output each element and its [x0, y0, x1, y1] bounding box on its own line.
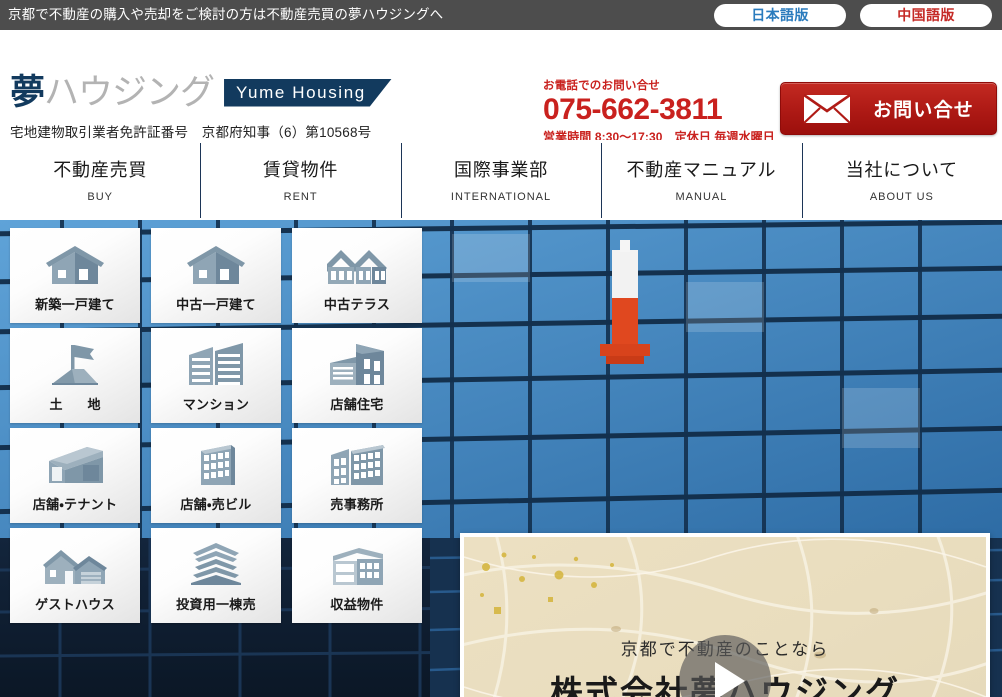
property-category-grid: 新築一戸建て 中古一戸建て 中古テラス 土 地 マンション 店舗住宅 店舗・テナ…	[10, 228, 432, 623]
main-navigation: 不動産売買 BUY 賃貸物件 RENT 国際事業部 INTERNATIONAL …	[0, 140, 1002, 220]
tile-label: 中古テラス	[323, 296, 391, 312]
tile-guest-house[interactable]: ゲストハウス	[10, 528, 140, 623]
site-logo[interactable]: 夢 ハウジング Yume Housing	[10, 75, 392, 110]
land-flag-icon	[46, 339, 104, 387]
nav-item-manual[interactable]: 不動産マニュアル MANUAL	[601, 141, 801, 220]
tile-label: 新築一戸建て	[35, 296, 115, 312]
logo-row: 夢 ハウジング Yume Housing	[10, 75, 392, 110]
tile-label: 店舗住宅	[330, 396, 384, 412]
tile-land[interactable]: 土 地	[10, 328, 140, 423]
tile-new-detached-house[interactable]: 新築一戸建て	[10, 228, 140, 323]
nav-item-international[interactable]: 国際事業部 INTERNATIONAL	[400, 141, 601, 220]
nav-item-buy-label-jp: 不動産売買	[53, 159, 148, 180]
envelope-icon	[803, 93, 851, 124]
tile-label: 収益物件	[330, 596, 384, 612]
tile-shop-building-for-sale[interactable]: 店舗・売ビル	[151, 428, 281, 523]
language-button-chinese[interactable]: 中国語版	[860, 3, 992, 27]
nav-item-international-label-jp: 国際事業部	[454, 159, 549, 180]
nav-item-about-us-label-en: ABOUT US	[869, 191, 934, 204]
top-utility-bar: 京都で不動産の購入や売却をご検討の方は不動産売買の夢ハウジングへ 日本語版 中国…	[0, 0, 1002, 30]
language-button-japanese[interactable]: 日本語版	[714, 3, 846, 27]
tile-label: 店舗・テナント	[32, 496, 118, 512]
tile-label: マンション	[182, 396, 250, 412]
phone-contact-block: お電話でのお問い合せ 075-662-3811 営業時間 8:30〜17:30 …	[543, 77, 775, 145]
phone-number: 075-662-3811	[543, 93, 723, 126]
tile-label: 売事務所	[330, 496, 384, 512]
nav-item-rent[interactable]: 賃貸物件 RENT	[200, 141, 400, 220]
logo-banner-english: Yume Housing	[224, 79, 392, 107]
nav-item-rent-label-en: RENT	[283, 191, 318, 204]
tile-used-detached-house[interactable]: 中古一戸建て	[151, 228, 281, 323]
nav-item-rent-label-jp: 賃貸物件	[263, 159, 339, 180]
house-icon	[185, 239, 247, 287]
guest-house-icon	[41, 539, 109, 587]
tile-shop-house[interactable]: 店舗住宅	[292, 328, 422, 423]
promo-video-player[interactable]: 京都で不動産のことなら 株式会社夢ハウジング	[464, 537, 986, 697]
investment-building-icon	[185, 539, 247, 587]
hero-section: 新築一戸建て 中古一戸建て 中古テラス 土 地 マンション 店舗住宅 店舗・テナ…	[0, 220, 1002, 697]
storefront-icon	[43, 439, 107, 487]
nav-item-about-us-label-jp: 当社について	[845, 159, 958, 180]
page-root: 京都で不動産の購入や売却をご検討の方は不動産売買の夢ハウジングへ 日本語版 中国…	[0, 0, 1002, 697]
shop-house-icon	[326, 339, 388, 387]
apartment-building-icon	[185, 339, 247, 387]
tile-apartment[interactable]: マンション	[151, 328, 281, 423]
tile-label: ゲストハウス	[35, 596, 115, 612]
nav-item-manual-label-en: MANUAL	[675, 191, 728, 204]
nav-item-about-us[interactable]: 当社について ABOUT US	[801, 141, 1002, 220]
office-tower-icon	[191, 439, 241, 487]
contact-inquiry-label: お問い合せ	[872, 100, 974, 121]
nav-item-international-label-en: INTERNATIONAL	[450, 191, 552, 204]
play-triangle-icon	[714, 661, 745, 697]
terrace-houses-icon	[324, 239, 390, 287]
contact-inquiry-button[interactable]: お問い合せ	[780, 82, 997, 135]
tile-used-terrace[interactable]: 中古テラス	[292, 228, 422, 323]
tile-income-property[interactable]: 収益物件	[292, 528, 422, 623]
nav-item-buy-label-en: BUY	[87, 191, 114, 204]
tile-investment-whole-building[interactable]: 投資用一棟売	[151, 528, 281, 623]
phone-contact-label: お電話でのお問い合せ	[543, 80, 660, 92]
logo-text-housing: ハウジング	[44, 73, 215, 112]
nav-item-manual-label-jp: 不動産マニュアル	[626, 159, 777, 180]
promo-video-frame: 京都で不動産のことなら 株式会社夢ハウジング	[460, 533, 990, 697]
house-icon	[44, 239, 106, 287]
license-number: 宅地建物取引業者免許証番号 京都府知事（6）第10568号	[10, 125, 372, 140]
language-switcher: 日本語版 中国語版	[714, 3, 992, 27]
site-header: 夢 ハウジング Yume Housing 宅地建物取引業者免許証番号 京都府知事…	[0, 30, 1002, 144]
logo-text-yume: 夢	[10, 73, 45, 112]
tile-label: 土 地	[49, 396, 107, 412]
tile-label: 中古一戸建て	[176, 296, 256, 312]
tile-office-for-sale[interactable]: 売事務所	[292, 428, 422, 523]
tile-label: 店舗・売ビル	[180, 496, 252, 512]
tile-shop-tenant[interactable]: 店舗・テナント	[10, 428, 140, 523]
site-tagline: 京都で不動産の購入や売却をご検討の方は不動産売買の夢ハウジングへ	[8, 7, 444, 22]
tile-label: 投資用一棟売	[176, 596, 256, 612]
income-property-icon	[325, 539, 389, 587]
nav-item-buy[interactable]: 不動産売買 BUY	[0, 141, 200, 220]
office-block-icon	[325, 439, 389, 487]
